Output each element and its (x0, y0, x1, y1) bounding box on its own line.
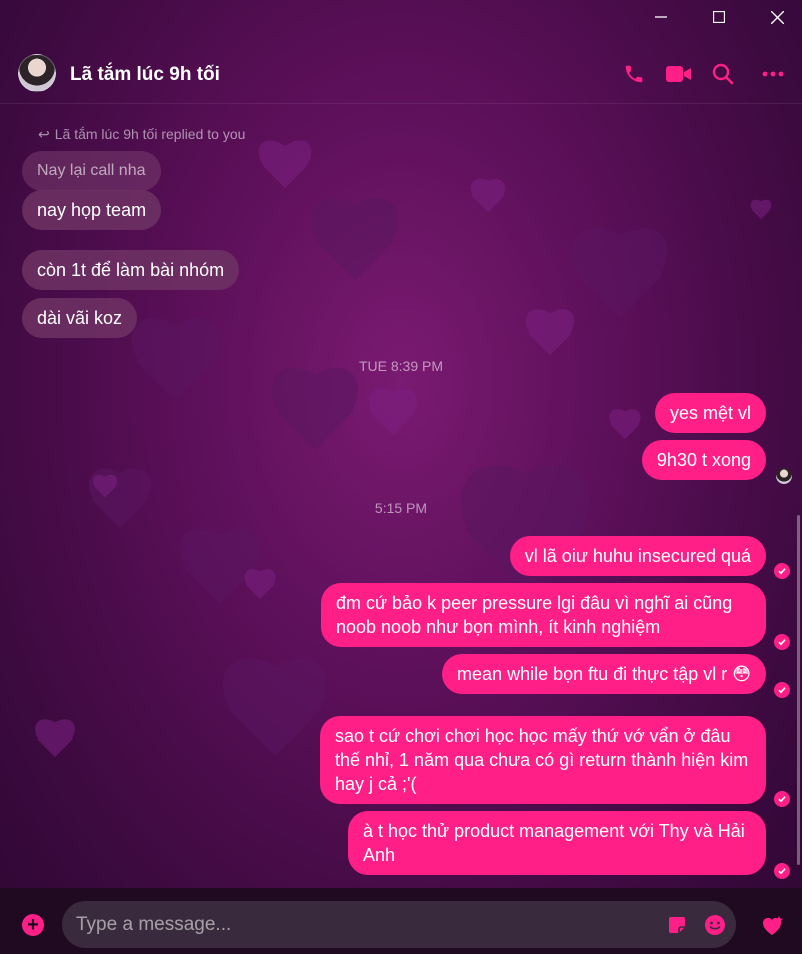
background-heart (605, 410, 645, 446)
reply-note: ↩ Lã tắm lúc 9h tối replied to you (38, 126, 246, 142)
minimize-icon[interactable] (638, 0, 684, 34)
sent-check-icon (774, 682, 790, 698)
video-icon[interactable] (665, 62, 693, 86)
background-heart (30, 720, 80, 766)
avatar[interactable] (18, 54, 56, 92)
title-bar (0, 0, 802, 34)
background-heart (300, 200, 410, 300)
contact-name[interactable]: Lã tắm lúc 9h tối (70, 64, 220, 86)
chat-header: Lã tắm lúc 9h tối (0, 40, 802, 104)
reply-icon: ↩ (38, 126, 50, 142)
composer: + (0, 888, 802, 954)
quoted-message[interactable]: Nay lại call nha (22, 151, 161, 191)
sent-check-icon (774, 634, 790, 650)
sent-check-icon (774, 791, 790, 807)
timestamp: 5:15 PM (374, 500, 428, 516)
close-icon[interactable] (754, 0, 800, 34)
sent-check-icon (774, 563, 790, 579)
background-heart (255, 140, 315, 200)
phone-icon[interactable] (622, 62, 646, 86)
message-input-wrapper (62, 901, 736, 948)
search-icon[interactable] (711, 62, 735, 86)
background-heart (748, 200, 774, 224)
incoming-message[interactable]: còn 1t để làm bài nhóm (22, 250, 240, 290)
heart-icon[interactable] (760, 913, 784, 937)
scrollbar[interactable] (797, 515, 800, 865)
background-heart (240, 570, 280, 606)
message-input[interactable] (76, 901, 656, 948)
outgoing-message[interactable]: đm cứ bảo k peer pressure lgi đâu vì ngh… (321, 583, 766, 647)
sent-check-icon (774, 863, 790, 879)
sticker-icon[interactable] (665, 913, 689, 937)
maximize-icon[interactable] (696, 0, 742, 34)
emoji-icon[interactable] (703, 913, 727, 937)
outgoing-message[interactable]: sao t cứ chơi chơi học học mấy thứ vớ vẩ… (320, 716, 766, 804)
outgoing-message[interactable]: yes mệt vl (654, 393, 766, 433)
chat-window: Lã tắm lúc 9h tối ↩ Lã tắm lúc 9h tối rep… (0, 0, 802, 954)
outgoing-message[interactable]: vl lã oiư huhu insecured quá (509, 536, 766, 576)
background-heart (465, 180, 510, 220)
incoming-message[interactable]: dài vãi koz (22, 298, 138, 338)
more-icon[interactable] (761, 62, 785, 86)
incoming-message[interactable]: nay họp team (22, 190, 162, 230)
seen-avatar (776, 468, 792, 484)
background-heart (362, 390, 424, 446)
timestamp: TUE 8:39 PM (358, 358, 444, 374)
background-heart (260, 370, 370, 470)
outgoing-message[interactable]: mean while bọn ftu đi thực tập vl r 😳 (442, 654, 766, 694)
background-heart (90, 475, 120, 503)
plus-icon[interactable]: + (22, 914, 44, 936)
outgoing-message[interactable]: 9h30 t xong (641, 440, 766, 480)
outgoing-message[interactable]: à t học thử product management với Thy v… (348, 811, 766, 875)
